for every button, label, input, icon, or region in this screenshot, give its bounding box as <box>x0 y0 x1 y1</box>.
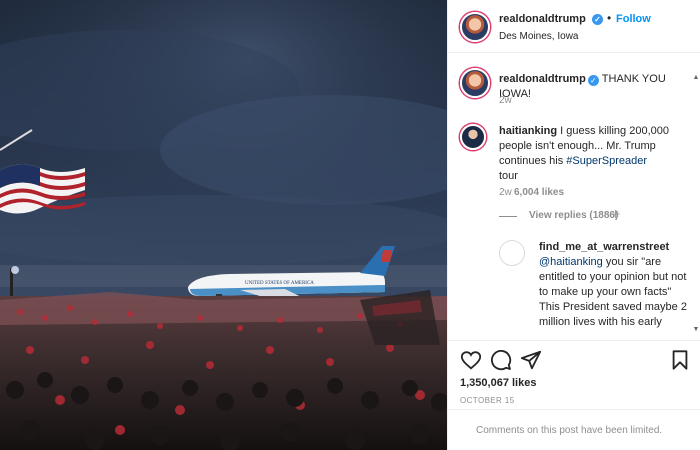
comment-text: haitianking I guess killing 200,000 peop… <box>499 124 669 184</box>
view-replies-button[interactable]: View replies (1886) <box>529 210 618 221</box>
comments-list[interactable]: realdonaldtrump ✓ THANK YOU IOWA! 2w haiti… <box>448 54 700 340</box>
verified-badge-icon: ✓ <box>592 14 603 25</box>
comments-limited-area: Comments on this post have been limited. <box>448 409 700 450</box>
caption-avatar[interactable] <box>460 68 490 98</box>
comment-timestamp[interactable]: 2w <box>499 187 512 198</box>
heart-icon <box>460 351 482 370</box>
reply-mention[interactable]: @haitianking <box>539 256 603 268</box>
rally-photo-illustration: UNITED STATES OF AMERICA <box>0 0 447 450</box>
follow-button[interactable]: Follow <box>616 13 651 25</box>
post-header: realdonaldtrump ✓ • Follow Des Moines, I… <box>448 0 700 53</box>
commenter-avatar[interactable] <box>460 124 486 150</box>
reply-username[interactable]: find_me_at_warrenstreet <box>539 241 669 253</box>
author-username[interactable]: realdonaldtrump <box>499 13 586 25</box>
caption-verified-icon: ✓ <box>587 75 599 86</box>
scroll-down-icon[interactable]: ▼ <box>692 326 700 334</box>
post-actions: 1,350,067 likes OCTOBER 15 Comments on t… <box>448 340 700 450</box>
comments-limited-notice: Comments on this post have been limited. <box>476 425 663 436</box>
comment-likes[interactable]: 6,004 likes <box>514 187 564 198</box>
post-photo[interactable]: UNITED STATES OF AMERICA <box>0 0 447 450</box>
post-date[interactable]: OCTOBER 15 <box>460 396 515 405</box>
save-button[interactable] <box>669 349 691 371</box>
caption-timestamp[interactable]: 2w <box>499 95 512 106</box>
comment-body-end: tour <box>499 170 518 182</box>
comment-button[interactable] <box>490 349 512 371</box>
caption-username[interactable]: realdonaldtrump <box>499 73 586 85</box>
loading-spinner-icon: ⁜ <box>611 209 621 221</box>
bookmark-icon <box>672 350 688 370</box>
separator-dot: • <box>607 11 612 25</box>
scroll-up-icon[interactable]: ▲ <box>692 74 700 82</box>
paper-plane-icon <box>520 350 542 370</box>
aircraft-marking: UNITED STATES OF AMERICA <box>245 281 314 286</box>
comment-icon <box>491 350 512 371</box>
comment-username[interactable]: haitianking <box>499 125 557 137</box>
share-button[interactable] <box>520 349 542 371</box>
caption-text: realdonaldtrump ✓ THANK YOU IOWA! <box>499 72 689 102</box>
replies-divider <box>499 216 517 217</box>
comment-hashtag[interactable]: #SuperSpreader <box>566 155 647 167</box>
post-side-panel: realdonaldtrump ✓ • Follow Des Moines, I… <box>447 0 700 450</box>
reply-text: find_me_at_warrenstreet @haitianking you… <box>539 240 691 330</box>
post-location[interactable]: Des Moines, Iowa <box>499 31 578 42</box>
post-likes-count[interactable]: 1,350,067 likes <box>460 377 536 389</box>
reply-avatar[interactable] <box>499 240 525 266</box>
comments-scrollbar[interactable]: ▲ ▼ <box>692 54 700 340</box>
like-button[interactable] <box>460 349 482 371</box>
author-avatar[interactable] <box>460 12 490 42</box>
